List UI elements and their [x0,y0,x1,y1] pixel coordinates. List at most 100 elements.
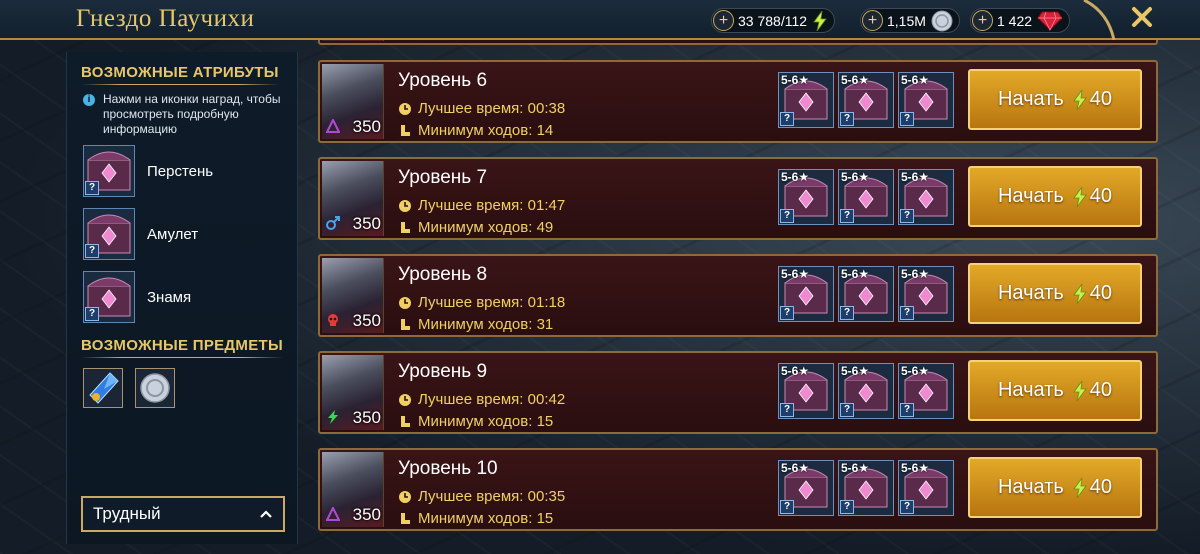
level-row[interactable]: 350 Уровень 9 Лучшее время: 00:42 Миниму… [318,351,1158,434]
crystal-icon [89,372,119,404]
question-badge: ? [780,403,794,417]
clock-icon [399,393,411,406]
item-silver[interactable] [135,368,175,408]
question-badge: ? [840,500,854,514]
reward-chest[interactable]: 5-6★ ? [898,266,954,322]
add-energy-icon[interactable]: + [713,10,734,31]
reward-chest[interactable]: 5-6★ ? [898,169,954,225]
grade-label: 5-6★ [901,461,930,475]
item-crystal[interactable] [83,368,123,408]
reward-chest[interactable]: 5-6★ ? [778,460,834,516]
info-icon: i [83,94,95,106]
add-gems-icon[interactable]: + [972,10,993,31]
question-badge: ? [780,500,794,514]
boss-portrait[interactable]: 350 [322,452,384,527]
start-button[interactable]: Начать 40 [968,457,1142,518]
min-moves: Минимум ходов: 49 [398,219,553,236]
grade-label: 5-6★ [781,267,810,281]
best-time: Лучшее время: 01:47 [398,197,565,214]
attribute-amulet-chest[interactable]: ? [83,208,135,260]
add-silver-icon[interactable]: + [862,10,883,31]
start-button[interactable]: Начать 40 [968,263,1142,324]
energy-counter[interactable]: + 33 788/112 [711,8,836,33]
items-title: ВОЗМОЖНЫЕ ПРЕДМЕТЫ [81,337,283,358]
reward-chest[interactable]: 5-6★ ? [778,363,834,419]
best-time: Лучшее время: 00:38 [398,100,565,117]
reward-chest[interactable]: 5-6★ ? [838,72,894,128]
boss-portrait[interactable]: 350 [322,355,384,430]
question-badge: ? [85,181,99,195]
level-row[interactable]: 350 Уровень 7 Лучшее время: 01:47 Миниму… [318,157,1158,240]
reward-chest[interactable]: 5-6★ ? [778,266,834,322]
boss-portrait[interactable]: 350 [322,258,384,333]
triangle-icon [326,119,340,133]
question-badge: ? [840,403,854,417]
level-row[interactable]: 350 Уровень 10 Лучшее время: 00:35 Миним… [318,448,1158,531]
reward-chest[interactable]: 5-6★ ? [898,72,954,128]
energy-bolt-icon [1072,185,1088,209]
reward-chest[interactable]: 5-6★ ? [838,169,894,225]
silver-counter[interactable]: + 1,15M [860,8,960,33]
clock-icon [399,102,411,115]
levels-list[interactable]: 350 350 Уровень 6 Лучшее время: 00:38 Ми… [318,40,1158,554]
close-button[interactable] [1126,3,1158,35]
level-title: Уровень 8 [398,264,488,285]
start-button[interactable]: Начать 40 [968,166,1142,227]
energy-bolt-icon [812,10,828,31]
reward-chest[interactable]: 5-6★ ? [838,363,894,419]
difficulty-select[interactable]: Трудный [81,496,285,532]
bolt-icon [328,410,338,424]
reward-chest[interactable]: 5-6★ ? [898,460,954,516]
reward-chest[interactable]: 5-6★ ? [838,460,894,516]
question-badge: ? [900,306,914,320]
triangle-icon [326,507,340,521]
start-button[interactable]: Начать 40 [968,69,1142,130]
level-title: Уровень 9 [398,361,488,382]
level-row-partial[interactable]: 350 [318,40,1158,45]
attributes-title: ВОЗМОЖНЫЕ АТРИБУТЫ [81,64,279,85]
reward-chest[interactable]: 5-6★ ? [778,72,834,128]
start-button[interactable]: Начать 40 [968,360,1142,421]
level-row[interactable]: 350 Уровень 8 Лучшее время: 01:18 Миниму… [318,254,1158,337]
question-badge: ? [780,306,794,320]
energy-bolt-icon [1072,88,1088,112]
question-badge: ? [85,307,99,321]
page-title: Гнездо Паучихи [76,5,255,32]
boot-icon [401,318,410,330]
level-title: Уровень 10 [398,458,498,479]
grade-label: 5-6★ [901,170,930,184]
question-badge: ? [780,209,794,223]
boss-portrait[interactable]: 350 [322,161,384,236]
attribute-banner-chest[interactable]: ? [83,271,135,323]
clock-icon [399,296,411,309]
grade-label: 5-6★ [841,170,870,184]
grade-label: 5-6★ [841,461,870,475]
question-badge: ? [900,112,914,126]
boss-portrait[interactable]: 350 [322,64,384,139]
question-badge: ? [780,112,794,126]
grade-label: 5-6★ [781,364,810,378]
level-title: Уровень 7 [398,167,488,188]
ruby-gem-icon [1037,11,1063,31]
silver-coin-icon [931,10,953,32]
best-time: Лучшее время: 00:42 [398,391,565,408]
clock-icon [399,490,411,503]
male-symbol-icon [326,216,340,230]
grade-label: 5-6★ [841,73,870,87]
reward-chest[interactable]: 5-6★ ? [898,363,954,419]
question-badge: ? [840,209,854,223]
level-row[interactable]: 350 Уровень 6 Лучшее время: 00:38 Миниму… [318,60,1158,143]
clock-icon [399,199,411,212]
attribute-label: Амулет [147,226,199,243]
rewards-sidebar: ВОЗМОЖНЫЕ АТРИБУТЫ i Нажми на иконки наг… [66,52,298,544]
min-moves: Минимум ходов: 31 [398,316,553,333]
gems-counter[interactable]: + 1 422 [970,8,1071,33]
grade-label: 5-6★ [781,461,810,475]
reward-chest[interactable]: 5-6★ ? [838,266,894,322]
attribute-label: Знамя [147,289,192,306]
chevron-up-icon [260,510,272,518]
attribute-ring-chest[interactable]: ? [83,145,135,197]
reward-chest[interactable]: 5-6★ ? [778,169,834,225]
level-title: Уровень 6 [398,70,488,91]
grade-label: 5-6★ [901,73,930,87]
